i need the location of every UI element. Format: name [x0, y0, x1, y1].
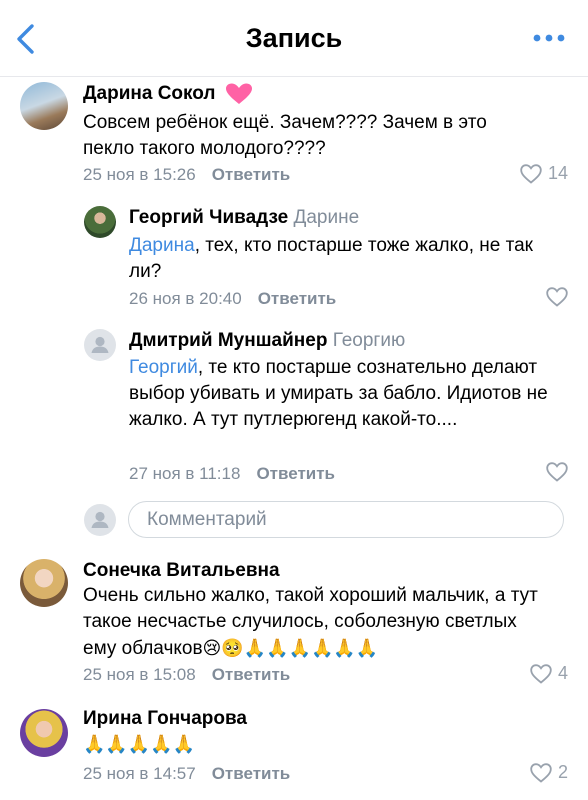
- emoji-sequence: 😢🥺🙏🙏🙏🙏🙏🙏: [202, 638, 379, 658]
- comment-author[interactable]: Дмитрий Муншайнер Георгию: [129, 330, 405, 352]
- comment-input-box[interactable]: [128, 501, 564, 538]
- comment-meta: 25 ноя в 15:08 Ответить: [83, 665, 290, 685]
- comment-text: Георгий, те кто постарше сознательно дел…: [129, 355, 569, 433]
- reply-button[interactable]: Ответить: [212, 665, 291, 684]
- comment-text: Совсем ребёнок ещё. Зачем???? Зачем в эт…: [83, 112, 487, 159]
- default-avatar-icon[interactable]: [84, 329, 116, 361]
- comment-text: Дарина, тех, кто постарше тоже жалко, не…: [129, 233, 549, 285]
- mention-link[interactable]: Дарина: [129, 235, 195, 256]
- comment-date: 25 ноя в 14:57: [83, 764, 196, 783]
- like-button[interactable]: 14: [520, 163, 568, 184]
- default-avatar-icon: [84, 504, 116, 536]
- like-button[interactable]: 4: [530, 663, 568, 684]
- author-name[interactable]: Георгий Чивадзе: [129, 207, 288, 228]
- like-count: 14: [547, 163, 568, 183]
- like-count: 4: [557, 663, 568, 683]
- heart-icon: [530, 762, 552, 783]
- heart-icon: [546, 287, 568, 307]
- author-name[interactable]: Дмитрий Муншайнер: [129, 330, 327, 351]
- reply-button[interactable]: Ответить: [212, 764, 291, 783]
- comment-date: 27 ноя в 11:18: [129, 464, 241, 483]
- comment-input[interactable]: [145, 508, 549, 532]
- comment-meta: 25 ноя в 14:57 Ответить: [83, 764, 290, 784]
- like-button[interactable]: [546, 287, 568, 307]
- like-button[interactable]: 2: [530, 762, 568, 783]
- comment-date: 25 ноя в 15:26: [83, 165, 196, 184]
- heart-icon: [520, 163, 542, 184]
- comment-author[interactable]: Сонечка Витальевна: [83, 560, 280, 582]
- author-name[interactable]: Сонечка Витальевна: [83, 560, 280, 581]
- comment-author[interactable]: Ирина Гончарова: [83, 708, 247, 730]
- like-count: 2: [557, 762, 568, 782]
- page-title: Запись: [245, 23, 343, 53]
- reply-button[interactable]: Ответить: [258, 289, 337, 308]
- mention-link[interactable]: Георгий: [129, 357, 198, 378]
- comment-author[interactable]: Дарина Сокол: [83, 83, 253, 105]
- comment-meta: 27 ноя в 11:18 Ответить: [129, 464, 335, 484]
- avatar[interactable]: [20, 709, 68, 757]
- emoji-sequence: 🙏🙏🙏🙏🙏: [83, 734, 196, 754]
- heart-icon: [530, 663, 552, 684]
- comment-author[interactable]: Георгий Чивадзе Дарине: [129, 207, 359, 229]
- more-dots-icon[interactable]: [532, 30, 566, 46]
- reply-to-label[interactable]: Дарине: [294, 207, 360, 228]
- avatar[interactable]: [20, 82, 68, 130]
- comment-date: 25 ноя в 15:08: [83, 665, 196, 684]
- like-button[interactable]: [546, 462, 568, 482]
- comment-text: Очень сильно жалко, такой хороший мальчи…: [83, 583, 553, 662]
- comment-meta: 25 ноя в 15:26 Ответить: [83, 165, 290, 185]
- author-name[interactable]: Дарина Сокол: [83, 83, 216, 104]
- comment-date: 26 ноя в 20:40: [129, 289, 242, 308]
- avatar[interactable]: [20, 559, 68, 607]
- avatar[interactable]: [84, 206, 116, 238]
- author-name[interactable]: Ирина Гончарова: [83, 708, 247, 729]
- reply-button[interactable]: Ответить: [256, 464, 335, 483]
- header-bar: Запись: [0, 0, 588, 77]
- heart-badge-icon: [225, 83, 252, 104]
- comment-text: 🙏🙏🙏🙏🙏: [83, 731, 523, 758]
- reply-to-label[interactable]: Георгию: [333, 330, 406, 351]
- comment-meta: 26 ноя в 20:40 Ответить: [129, 289, 336, 309]
- reply-button[interactable]: Ответить: [212, 165, 291, 184]
- heart-icon: [546, 462, 568, 482]
